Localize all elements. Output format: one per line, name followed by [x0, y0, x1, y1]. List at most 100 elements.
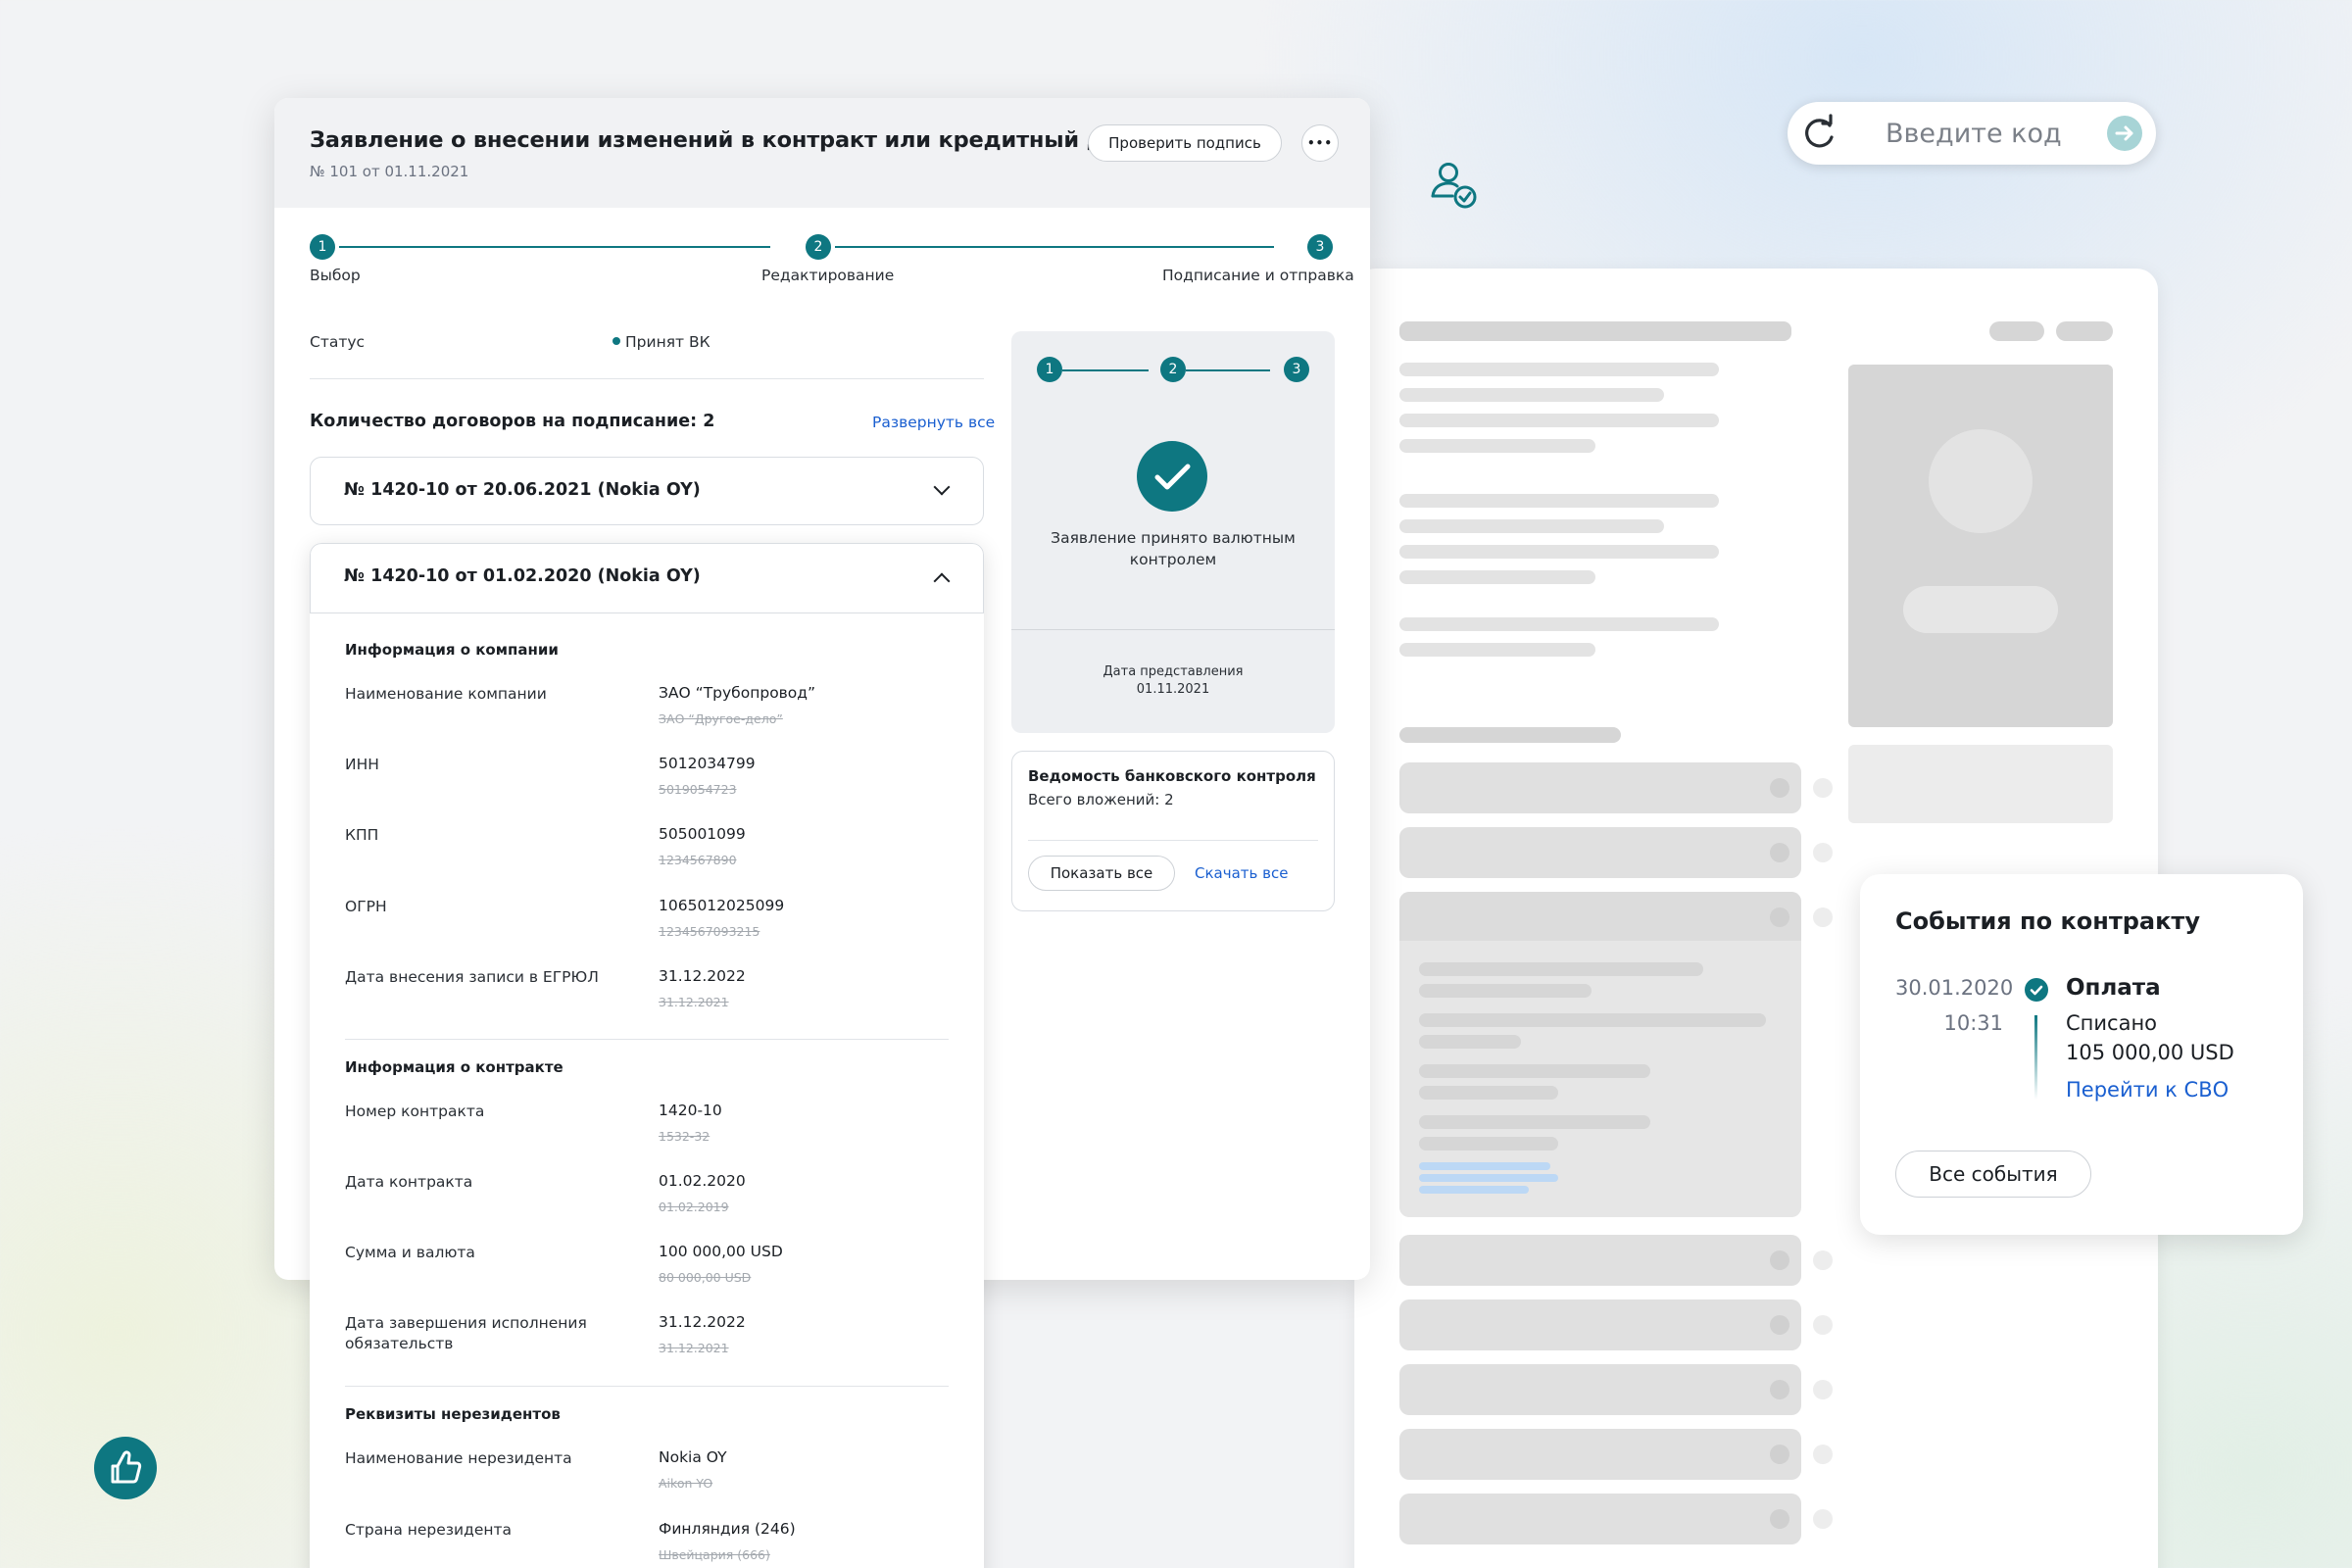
field-old-value: 1234567093215 [659, 924, 760, 939]
field-old-value: 31.12.2021 [659, 995, 729, 1009]
skeleton-line [1399, 388, 1664, 402]
event-date: 30.01.2020 [1895, 976, 2014, 1000]
submission-date-label: Дата представления [1102, 664, 1244, 679]
contract-accordion-title: № 1420-10 от 01.02.2020 (Nokia OY) [344, 566, 701, 586]
field-old-value: 01.02.2019 [659, 1200, 729, 1214]
skeleton-pill [1989, 321, 2044, 341]
field-old-value: ЗАО “Другое-дело” [659, 711, 783, 726]
field-old-value: 1234567890 [659, 853, 737, 867]
code-input[interactable] [1886, 116, 2082, 151]
chevron-down-icon [933, 478, 951, 496]
field-label: ИНН [345, 756, 379, 773]
field-value: 100 000,00 USD [659, 1243, 783, 1260]
contract-accordion-expanded: № 1420-10 от 01.02.2020 (Nokia OY) Инфор… [310, 543, 984, 1568]
field-value: 5012034799 [659, 755, 756, 772]
skeleton-line [1399, 570, 1595, 584]
contracts-count: Количество договоров на подписание: 2 [310, 412, 715, 431]
field-value: 1065012025099 [659, 897, 785, 914]
user-check-icon [1429, 157, 1486, 214]
panel-step-2: 2 [1160, 357, 1186, 382]
contract-accordion-header[interactable]: № 1420-10 от 01.02.2020 (Nokia OY) [310, 543, 984, 613]
field-value: Nokia OY [659, 1448, 727, 1466]
event-amount: 105 000,00 USD [2066, 1041, 2234, 1064]
timeline-line [2034, 1015, 2037, 1100]
field-label: КПП [345, 826, 379, 844]
check-icon [2025, 978, 2048, 1002]
divider [1028, 840, 1318, 841]
panel-stepper-line [1186, 369, 1270, 371]
download-all-link[interactable]: Скачать все [1195, 864, 1288, 882]
field-value: ЗАО “Трубопровод” [659, 684, 816, 702]
events-title: События по контракту [1895, 907, 2200, 935]
more-icon: ••• [1306, 136, 1333, 150]
field-value: 1420-10 [659, 1102, 722, 1119]
all-events-button[interactable]: Все события [1895, 1151, 2091, 1198]
skeleton-row [1399, 1364, 1801, 1415]
skeleton-title [1399, 321, 1791, 341]
panel-stepper-line [1062, 369, 1149, 371]
field-label: ОГРН [345, 898, 387, 915]
skeleton-dot [1813, 1315, 1833, 1335]
field-label: Страна нерезидента [345, 1521, 513, 1539]
field-value: 505001099 [659, 825, 746, 843]
skeleton-row [1399, 827, 1801, 878]
skeleton-row [1399, 1299, 1801, 1350]
skeleton-block [1848, 745, 2113, 823]
success-check-icon [1137, 441, 1207, 512]
card-header: Заявление о внесении изменений в контрак… [274, 98, 1370, 208]
field-value: 01.02.2020 [659, 1172, 746, 1190]
skeleton-dot [1813, 843, 1833, 862]
skeleton-line [1399, 439, 1595, 453]
skeleton-dot [1813, 1445, 1833, 1464]
check-signature-button[interactable]: Проверить подпись [1088, 124, 1282, 162]
field-value: 31.12.2022 [659, 967, 746, 985]
step-1-label: Выбор [310, 267, 361, 284]
field-label: Наименование компании [345, 685, 547, 703]
company-info-title: Информация о компании [345, 641, 559, 659]
skeleton-line [1399, 414, 1719, 427]
skeleton-line [1399, 494, 1719, 508]
accepted-message: Заявление принято валютным контролем [1051, 529, 1296, 568]
submission-date-value: 01.11.2021 [1136, 682, 1210, 697]
field-old-value: Aikon YO [659, 1476, 713, 1491]
code-entry-pill [1788, 102, 2156, 165]
field-old-value: Швейцария (666) [659, 1547, 770, 1562]
skeleton-line [1399, 363, 1719, 376]
skeleton-dot [1813, 1250, 1833, 1270]
go-to-svo-link[interactable]: Перейти к СВО [2066, 1078, 2229, 1102]
skeleton-line [1399, 643, 1595, 657]
arrow-right-icon[interactable] [2107, 116, 2142, 151]
event-time: 10:31 [1943, 1011, 2003, 1035]
divider [345, 1386, 949, 1387]
skeleton-row [1399, 762, 1801, 813]
step-3-circle: 3 [1307, 234, 1333, 260]
contract-accordion-collapsed[interactable]: № 1420-10 от 20.06.2021 (Nokia OY) [310, 457, 984, 525]
skeleton-expanded-row [1399, 892, 1801, 1217]
skeleton-pill [2056, 321, 2113, 341]
skeleton-row [1399, 1429, 1801, 1480]
refresh-icon[interactable] [1797, 112, 1840, 155]
skeleton-row [1399, 1235, 1801, 1286]
skeleton-row [1399, 1494, 1801, 1544]
field-label: Наименование нерезидента [345, 1449, 572, 1467]
document-number: № 101 от 01.11.2021 [310, 163, 469, 180]
field-value: Финляндия (246) [659, 1520, 796, 1538]
contract-events-card: События по контракту 30.01.2020 10:31 Оп… [1860, 874, 2303, 1235]
show-all-button[interactable]: Показать все [1028, 856, 1175, 891]
skeleton-dot [1813, 778, 1833, 798]
skeleton-line [1399, 519, 1664, 533]
thumbs-up-icon[interactable] [94, 1437, 157, 1499]
field-label: Дата завершения исполнения обязательств [345, 1314, 587, 1352]
page-title: Заявление о внесении изменений в контрак… [310, 127, 1190, 153]
skeleton-dot [1813, 907, 1833, 927]
more-button[interactable]: ••• [1301, 124, 1339, 162]
stepper-line [339, 246, 770, 248]
skeleton-dot [1813, 1509, 1833, 1529]
expand-all-link[interactable]: Развернуть все [872, 414, 995, 431]
nonresident-info-title: Реквизиты нерезидентов [345, 1405, 561, 1423]
field-value: 31.12.2022 [659, 1313, 746, 1331]
event-name: Оплата [2066, 975, 2161, 1001]
contract-accordion-title: № 1420-10 от 20.06.2021 (Nokia OY) [344, 480, 701, 500]
step-3-label: Подписание и отправка [1162, 267, 1354, 284]
attachments-count: Всего вложений: 2 [1028, 791, 1174, 808]
